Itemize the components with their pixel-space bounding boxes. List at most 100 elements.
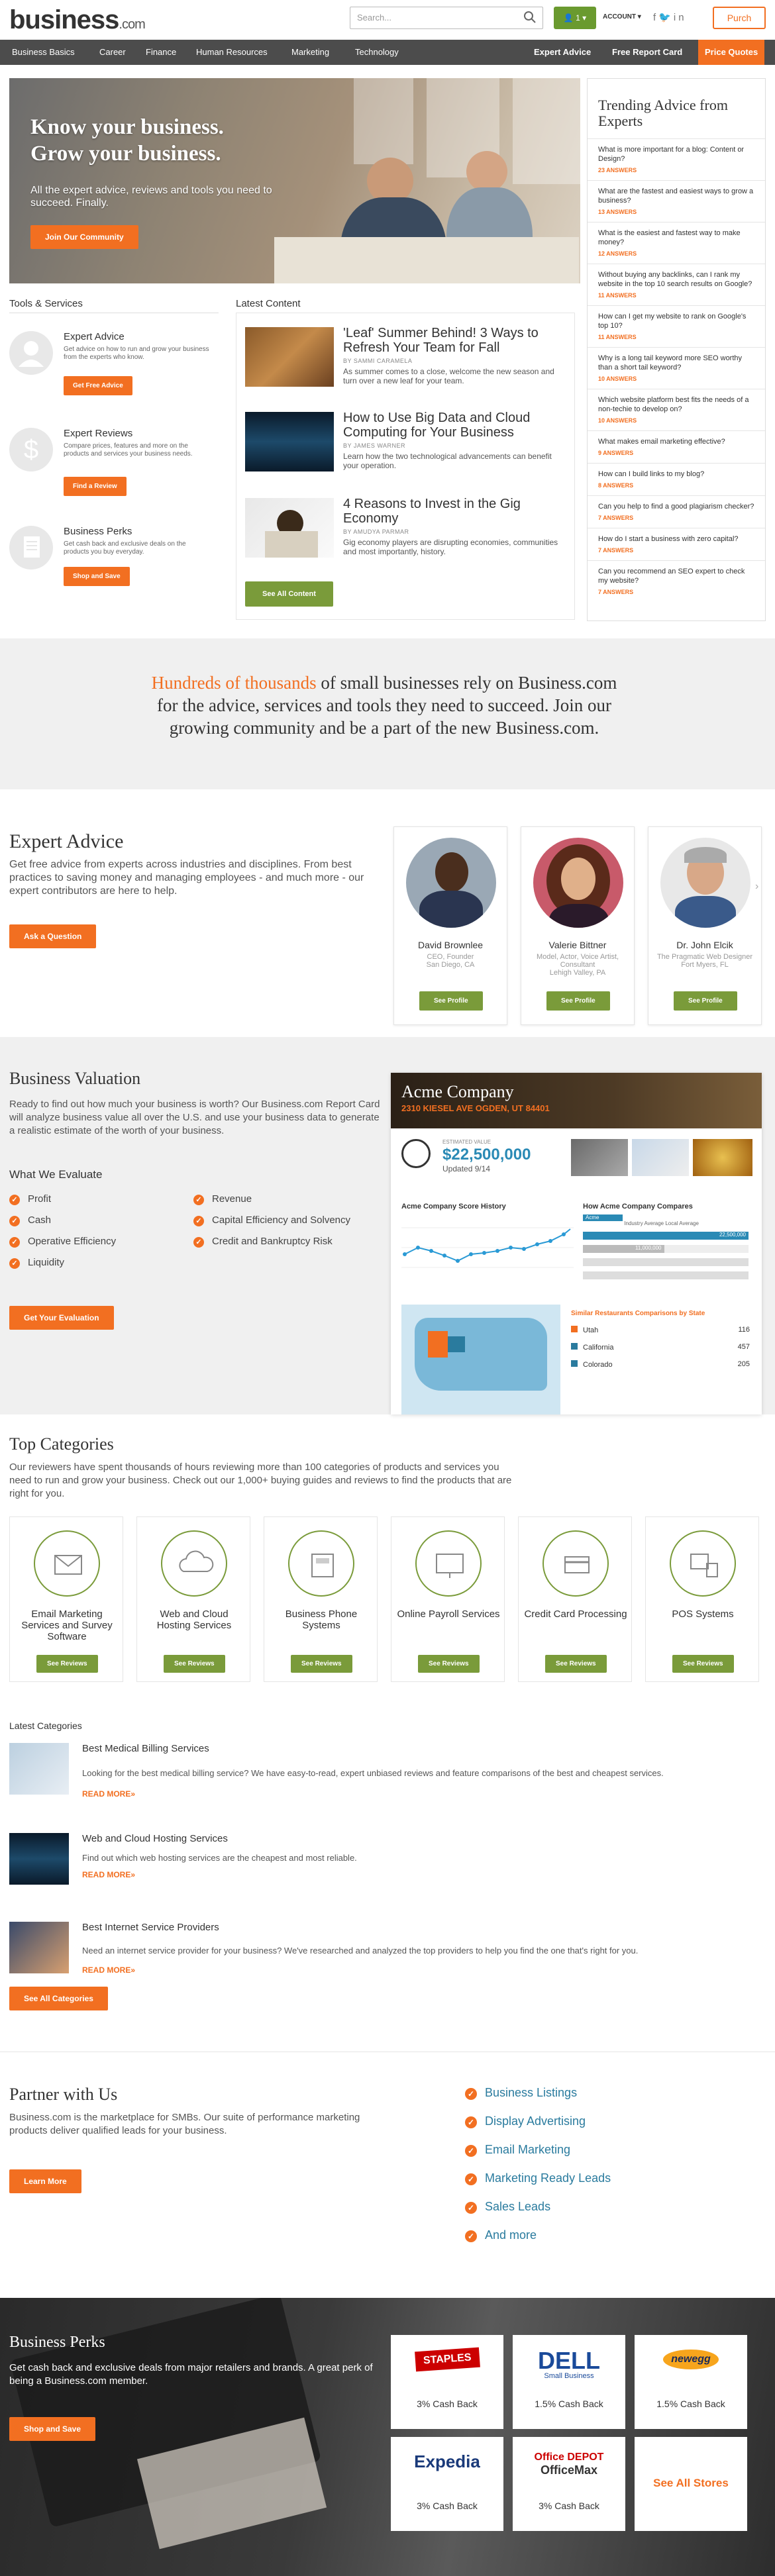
join-community-button[interactable]: Join Our Community — [30, 225, 138, 249]
article-title[interactable]: 'Leaf' Summer Behind! 3 Ways to Refresh … — [343, 326, 562, 355]
nav-business-basics[interactable]: Business Basics — [12, 40, 75, 65]
store-card[interactable]: DELL Small Business 1.5% Cash Back — [513, 2335, 625, 2429]
question-text[interactable]: What makes email marketing effective? — [598, 437, 754, 446]
nav-career[interactable]: Career — [99, 40, 126, 65]
article-card[interactable]: 'Leaf' Summer Behind! 3 Ways to Refresh … — [245, 326, 570, 400]
trending-question[interactable]: How can I build links to my blog? 8 ANSWE… — [588, 463, 765, 495]
account-button[interactable]: 👤 1 ▾ — [554, 7, 596, 29]
top-header: business.com Search... 👤 1 ▾ ACCOUNT ▾ f… — [0, 0, 775, 37]
see-profile-button[interactable]: See Profile — [419, 991, 483, 1011]
get-evaluation-button[interactable]: Get Your Evaluation — [9, 1306, 114, 1330]
store-card[interactable]: STAPLES 3% Cash Back — [391, 2335, 503, 2429]
carousel-next-icon[interactable]: › — [755, 881, 758, 893]
question-text[interactable]: Which website platform best fits the nee… — [598, 395, 754, 414]
find-review-button[interactable]: Find a Review — [64, 477, 127, 496]
nav-price-quotes[interactable]: Price Quotes — [698, 40, 765, 65]
monitor-icon — [415, 1530, 482, 1597]
question-text[interactable]: What is the easiest and fastest way to m… — [598, 228, 754, 247]
nav-finance[interactable]: Finance — [146, 40, 176, 65]
question-text[interactable]: Without buying any backlinks, can I rank… — [598, 270, 754, 289]
category-title[interactable]: Web and Cloud Hosting Services — [82, 1833, 228, 1844]
question-text[interactable]: How can I build links to my blog? — [598, 470, 754, 479]
get-free-advice-button[interactable]: Get Free Advice — [64, 376, 132, 395]
trending-question[interactable]: Can you help to find a good plagiarism c… — [588, 495, 765, 528]
read-more-link[interactable]: READ MORE» — [82, 1870, 135, 1879]
partner-link[interactable]: ✓ Email Marketing — [465, 2143, 570, 2157]
see-all-stores-link[interactable]: See All Stores — [635, 2477, 747, 2490]
nav-marketing[interactable]: Marketing — [291, 40, 329, 65]
site-logo[interactable]: business.com — [9, 5, 146, 35]
learn-more-button[interactable]: Learn More — [9, 2169, 81, 2193]
store-card[interactable]: newegg 1.5% Cash Back — [635, 2335, 747, 2429]
category-title[interactable]: Best Medical Billing Services — [82, 1743, 209, 1754]
article-title[interactable]: 4 Reasons to Invest in the Gig Economy — [343, 497, 562, 526]
partner-link[interactable]: ✓ Business Listings — [465, 2086, 577, 2100]
see-all-content-button[interactable]: See All Content — [245, 581, 333, 607]
community-text: Hundreds of thousands of small businesse… — [151, 673, 617, 738]
evaluate-item: ✓ Cash — [9, 1214, 51, 1226]
expert-role: Model, Actor, Voice Artist, Consultant L… — [536, 953, 619, 977]
article-title[interactable]: How to Use Big Data and Cloud Computing … — [343, 411, 562, 440]
category-title[interactable]: Best Internet Service Providers — [82, 1922, 219, 1933]
trending-question[interactable]: What is more important for a blog: Conte… — [588, 138, 765, 180]
shop-and-save-button[interactable]: Shop and Save — [9, 2417, 96, 2441]
nav-expert-advice[interactable]: Expert Advice — [534, 40, 591, 65]
question-text[interactable]: How do I start a business with zero capi… — [598, 534, 754, 544]
search-icon[interactable] — [523, 11, 537, 24]
trending-question[interactable]: How can I get my website to rank on Goog… — [588, 305, 765, 347]
see-all-stores-card[interactable]: See All Stores — [635, 2437, 747, 2531]
see-all-categories-button[interactable]: See All Categories — [9, 1987, 108, 2010]
see-reviews-button[interactable]: See Reviews — [418, 1655, 480, 1673]
see-profile-button[interactable]: See Profile — [546, 991, 610, 1011]
partner-link[interactable]: ✓ And more — [465, 2228, 537, 2242]
trending-panel: Trending Advice from Experts What is mor… — [587, 78, 766, 621]
nav-technology[interactable]: Technology — [355, 40, 399, 65]
trending-question[interactable]: Can you recommend an SEO expert to check… — [588, 560, 765, 602]
state-row: Colorado 205 — [571, 1360, 750, 1369]
trending-question[interactable]: What are the fastest and easiest ways to… — [588, 180, 765, 222]
trending-question[interactable]: What makes email marketing effective? 9 A… — [588, 430, 765, 463]
article-card[interactable]: How to Use Big Data and Cloud Computing … — [245, 411, 570, 485]
store-card[interactable]: Office DEPOT OfficeMax 3% Cash Back — [513, 2437, 625, 2531]
question-text[interactable]: Can you help to find a good plagiarism c… — [598, 502, 754, 511]
trending-question[interactable]: How do I start a business with zero capi… — [588, 528, 765, 560]
question-text[interactable]: Can you recommend an SEO expert to check… — [598, 567, 754, 585]
partner-link[interactable]: ✓ Display Advertising — [465, 2114, 586, 2128]
category-name: Online Payroll Services — [397, 1609, 500, 1620]
question-text[interactable]: How can I get my website to rank on Goog… — [598, 312, 754, 330]
nav-free-report-card[interactable]: Free Report Card — [612, 40, 682, 65]
see-reviews-button[interactable]: See Reviews — [672, 1655, 734, 1673]
store-card[interactable]: Expedia 3% Cash Back — [391, 2437, 503, 2531]
partner-link[interactable]: ✓ Sales Leads — [465, 2200, 550, 2214]
category-name: Credit Card Processing — [524, 1609, 627, 1620]
document-icon — [9, 526, 53, 570]
facebook-icon[interactable]: f — [653, 12, 658, 23]
see-reviews-button[interactable]: See Reviews — [545, 1655, 607, 1673]
trending-question[interactable]: What is the easiest and fastest way to m… — [588, 222, 765, 264]
account-menu[interactable]: ACCOUNT ▾ — [603, 13, 641, 21]
search-input[interactable]: Search... — [350, 7, 543, 29]
check-icon: ✓ — [193, 1195, 204, 1205]
see-reviews-button[interactable]: See Reviews — [36, 1655, 98, 1673]
article-card[interactable]: 4 Reasons to Invest in the Gig Economy B… — [245, 497, 570, 571]
ask-question-button[interactable]: Ask a Question — [9, 924, 97, 948]
shop-save-button[interactable]: Shop and Save — [64, 567, 130, 586]
trending-question[interactable]: Why is a long tail keyword more SEO wort… — [588, 347, 765, 389]
expert-advice-text: Get free advice from experts across indu… — [9, 859, 364, 897]
read-more-link[interactable]: READ MORE» — [82, 1789, 135, 1799]
category-desc: Find out which web hosting services are … — [82, 1853, 357, 1863]
see-reviews-button[interactable]: See Reviews — [164, 1655, 225, 1673]
read-more-link[interactable]: READ MORE» — [82, 1965, 135, 1975]
question-text[interactable]: What is more important for a blog: Conte… — [598, 145, 754, 164]
linkedin-icon[interactable]: in — [674, 12, 687, 23]
question-text[interactable]: Why is a long tail keyword more SEO wort… — [598, 354, 754, 372]
nav-human-resources[interactable]: Human Resources — [196, 40, 268, 65]
purch-button[interactable]: Purch — [713, 7, 766, 29]
twitter-icon[interactable]: 🐦 — [658, 12, 674, 23]
trending-question[interactable]: Which website platform best fits the nee… — [588, 389, 765, 430]
see-reviews-button[interactable]: See Reviews — [291, 1655, 352, 1673]
partner-link[interactable]: ✓ Marketing Ready Leads — [465, 2171, 611, 2185]
trending-question[interactable]: Without buying any backlinks, can I rank… — [588, 264, 765, 305]
see-profile-button[interactable]: See Profile — [674, 991, 737, 1011]
question-text[interactable]: What are the fastest and easiest ways to… — [598, 187, 754, 205]
